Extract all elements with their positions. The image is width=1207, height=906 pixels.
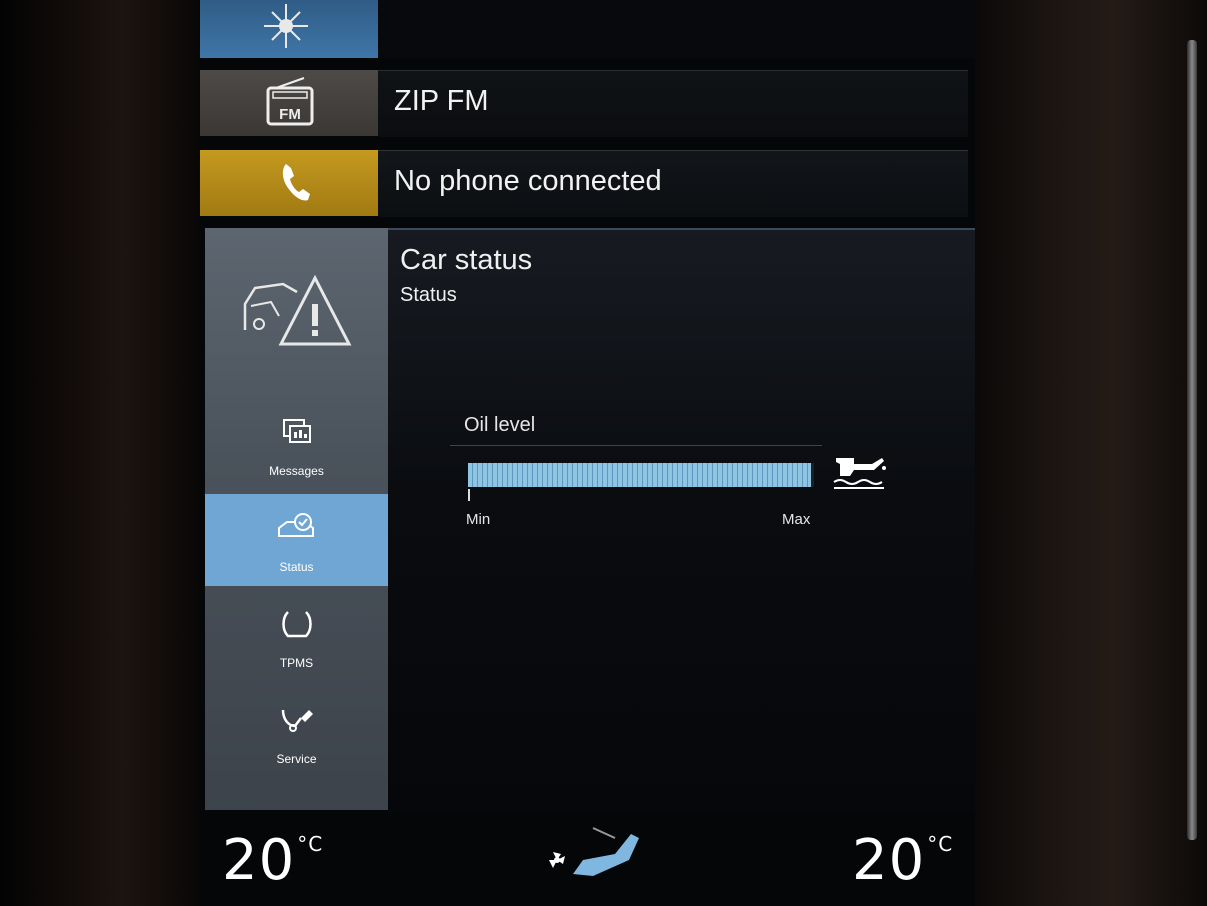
sidebar-item-tpms[interactable]: TPMS: [205, 590, 388, 682]
sidebar-item-service[interactable]: Service: [205, 686, 388, 778]
phone-tile[interactable]: [200, 150, 378, 216]
phone-icon: [282, 164, 310, 201]
radio-strip[interactable]: ZIP FM: [378, 70, 968, 137]
fm-radio-icon: FM: [266, 77, 314, 126]
navigation-row[interactable]: [200, 0, 975, 58]
sidebar-item-status[interactable]: Status: [205, 494, 388, 586]
oil-max-label: Max: [782, 511, 811, 528]
min-tick: [468, 489, 470, 501]
car-warning-icon: [243, 274, 352, 346]
oil-min-label: Min: [466, 511, 491, 528]
oil-can-icon: [833, 458, 886, 489]
radio-row[interactable]: FM ZIP FM: [200, 70, 975, 137]
radio-station-label: ZIP FM: [394, 85, 489, 117]
svg-text:FM: FM: [279, 106, 301, 123]
car-status-icon: [277, 513, 314, 537]
radio-tile[interactable]: FM: [200, 70, 378, 136]
phone-row[interactable]: No phone connected: [200, 150, 975, 217]
right-temp-value: 20: [852, 828, 926, 893]
sidebar-item-label: Status: [279, 560, 314, 574]
left-bezel: [0, 0, 205, 906]
bezel-edge: [1187, 40, 1197, 840]
left-temp-value: 20: [222, 828, 296, 893]
left-temperature[interactable]: 20 °C: [222, 828, 323, 893]
right-bezel: [975, 0, 1207, 906]
sidebar-item-label: TPMS: [279, 656, 314, 670]
seat-fan-icon[interactable]: [543, 826, 653, 886]
oil-divider: [450, 445, 822, 446]
phone-strip[interactable]: No phone connected: [378, 150, 968, 217]
navigation-compass-icon: [264, 4, 308, 48]
service-wrench-icon: [281, 709, 313, 732]
sidebar-item-label: Service: [276, 752, 317, 766]
infotainment-screen: FM ZIP FM No phone connected Messages St…: [200, 0, 975, 906]
sidebar-item-label: Messages: [269, 464, 324, 478]
car-status-main: Car status Status Oil level Min Max: [388, 228, 975, 812]
sidebar-item-messages[interactable]: Messages: [205, 398, 388, 490]
tire-pressure-icon: [281, 611, 312, 638]
messages-icon: [282, 419, 311, 443]
oil-level-label: Oil level: [464, 414, 536, 436]
page-subtitle: Status: [400, 284, 457, 306]
car-status-sidebar: Messages Status TPMS Service: [205, 228, 388, 810]
oil-level-fill: [468, 463, 811, 487]
oil-level-gauge: [468, 463, 814, 487]
right-temp-unit: °C: [927, 832, 954, 856]
navigation-tile[interactable]: [200, 0, 378, 58]
page-title: Car status: [400, 244, 533, 276]
left-temp-unit: °C: [297, 832, 324, 856]
navigation-strip[interactable]: [378, 0, 975, 58]
right-temperature[interactable]: 20 °C: [852, 828, 953, 893]
phone-status-label: No phone connected: [394, 165, 662, 197]
car-status-panel: Messages Status TPMS Service Car status …: [205, 228, 975, 812]
